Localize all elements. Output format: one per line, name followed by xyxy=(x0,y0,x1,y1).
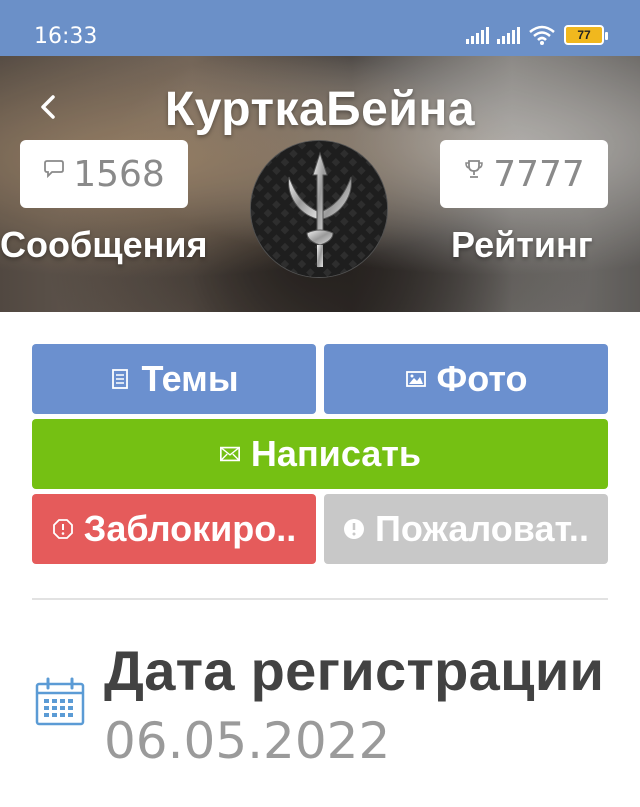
topics-label: Темы xyxy=(141,358,239,399)
document-icon xyxy=(112,369,129,389)
signal-icon xyxy=(497,26,520,44)
alert-icon xyxy=(344,519,365,539)
photos-label: Фото xyxy=(436,358,528,399)
envelope-icon xyxy=(219,446,240,462)
block-user-button[interactable]: Заблокиро.. xyxy=(32,494,316,564)
messages-count: 1568 xyxy=(73,153,165,195)
messages-count-box[interactable]: 1568 xyxy=(20,140,188,208)
avatar[interactable] xyxy=(250,140,388,278)
registration-date: 06.05.2022 xyxy=(104,712,391,770)
profile-name: КурткаБейна xyxy=(164,83,476,136)
registration-title: Дата регистрации xyxy=(104,639,605,702)
profile-header: КурткаБейна 1568 7777 Сообщения Рейтинг xyxy=(0,56,640,312)
rating-label: Рейтинг xyxy=(451,224,593,265)
status-bar: 16:33 77 xyxy=(0,0,640,56)
signal-icon xyxy=(466,26,489,44)
trident-emblem-icon xyxy=(251,141,387,277)
wifi-icon xyxy=(529,25,555,45)
chat-bubble-icon xyxy=(44,160,65,179)
rating-count-box[interactable]: 7777 xyxy=(440,140,608,208)
block-icon xyxy=(52,519,73,539)
report-user-label: Пожаловат.. xyxy=(375,508,589,549)
photos-button[interactable]: Фото xyxy=(324,344,608,414)
block-user-label: Заблокиро.. xyxy=(83,508,297,549)
report-user-button[interactable]: Пожаловат.. xyxy=(324,494,608,564)
battery-icon: 77 xyxy=(564,25,608,45)
image-icon xyxy=(405,371,426,387)
trophy-icon xyxy=(465,160,483,178)
calendar-icon xyxy=(35,677,85,726)
topics-button[interactable]: Темы xyxy=(32,344,316,414)
battery-level: 77 xyxy=(577,28,591,42)
divider xyxy=(32,598,608,600)
status-time: 16:33 xyxy=(34,24,98,49)
write-message-button[interactable]: Написать xyxy=(32,419,608,489)
rating-count: 7777 xyxy=(493,153,585,195)
messages-label: Сообщения xyxy=(0,224,208,265)
write-message-label: Написать xyxy=(250,433,422,474)
status-icons: 77 xyxy=(466,24,608,46)
